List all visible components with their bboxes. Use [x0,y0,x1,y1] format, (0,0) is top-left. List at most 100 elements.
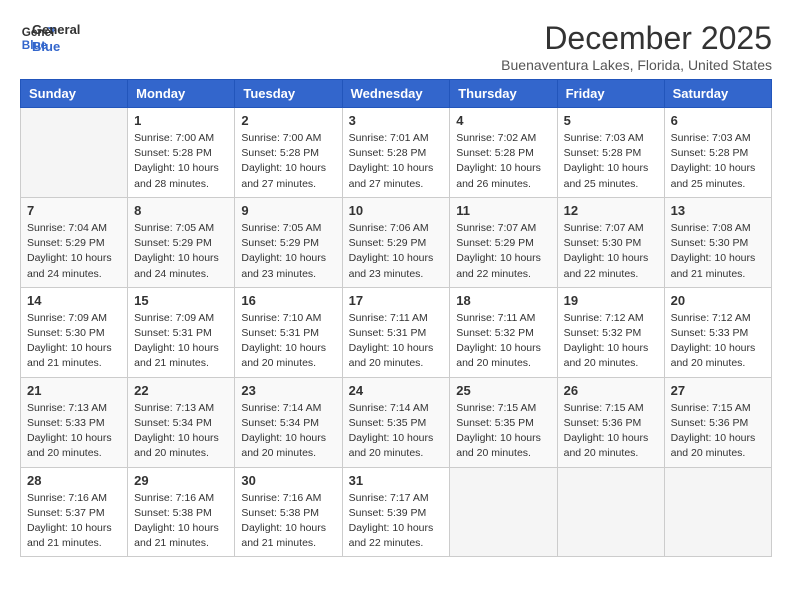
calendar-cell: 10 Sunrise: 7:06 AM Sunset: 5:29 PM Dayl… [342,197,450,287]
sunset-text: Sunset: 5:28 PM [134,147,212,159]
calendar-week-row: 21 Sunrise: 7:13 AM Sunset: 5:33 PM Dayl… [21,377,772,467]
sunrise-text: Sunrise: 7:12 AM [564,312,644,324]
sunset-text: Sunset: 5:34 PM [241,417,319,429]
calendar-cell [21,108,128,198]
calendar-cell: 23 Sunrise: 7:14 AM Sunset: 5:34 PM Dayl… [235,377,342,467]
daylight-text: Daylight: 10 hours and 27 minutes. [241,162,326,189]
day-number: 26 [564,383,658,398]
day-info: Sunrise: 7:16 AM Sunset: 5:37 PM Dayligh… [27,491,121,552]
calendar-cell: 25 Sunrise: 7:15 AM Sunset: 5:35 PM Dayl… [450,377,557,467]
day-info: Sunrise: 7:16 AM Sunset: 5:38 PM Dayligh… [241,491,335,552]
weekday-header-monday: Monday [128,80,235,108]
day-info: Sunrise: 7:05 AM Sunset: 5:29 PM Dayligh… [134,221,228,282]
calendar-cell: 9 Sunrise: 7:05 AM Sunset: 5:29 PM Dayli… [235,197,342,287]
calendar-cell: 3 Sunrise: 7:01 AM Sunset: 5:28 PM Dayli… [342,108,450,198]
sunrise-text: Sunrise: 7:13 AM [27,402,107,414]
sunset-text: Sunset: 5:29 PM [349,237,427,249]
calendar-cell: 4 Sunrise: 7:02 AM Sunset: 5:28 PM Dayli… [450,108,557,198]
day-info: Sunrise: 7:00 AM Sunset: 5:28 PM Dayligh… [134,131,228,192]
sunrise-text: Sunrise: 7:01 AM [349,132,429,144]
calendar-cell: 8 Sunrise: 7:05 AM Sunset: 5:29 PM Dayli… [128,197,235,287]
calendar-cell: 21 Sunrise: 7:13 AM Sunset: 5:33 PM Dayl… [21,377,128,467]
day-info: Sunrise: 7:13 AM Sunset: 5:34 PM Dayligh… [134,401,228,462]
sunrise-text: Sunrise: 7:07 AM [456,222,536,234]
day-info: Sunrise: 7:09 AM Sunset: 5:31 PM Dayligh… [134,311,228,372]
day-number: 15 [134,293,228,308]
sunrise-text: Sunrise: 7:09 AM [27,312,107,324]
calendar-week-row: 7 Sunrise: 7:04 AM Sunset: 5:29 PM Dayli… [21,197,772,287]
sunrise-text: Sunrise: 7:00 AM [241,132,321,144]
page-header: General Blue General Blue December 2025 … [20,20,772,73]
daylight-text: Daylight: 10 hours and 25 minutes. [564,162,649,189]
day-info: Sunrise: 7:03 AM Sunset: 5:28 PM Dayligh… [671,131,765,192]
day-number: 22 [134,383,228,398]
sunset-text: Sunset: 5:31 PM [134,327,212,339]
daylight-text: Daylight: 10 hours and 20 minutes. [671,342,756,369]
daylight-text: Daylight: 10 hours and 22 minutes. [564,252,649,279]
sunrise-text: Sunrise: 7:13 AM [134,402,214,414]
day-number: 20 [671,293,765,308]
sunrise-text: Sunrise: 7:06 AM [349,222,429,234]
day-number: 12 [564,203,658,218]
daylight-text: Daylight: 10 hours and 20 minutes. [671,432,756,459]
calendar-cell: 20 Sunrise: 7:12 AM Sunset: 5:33 PM Dayl… [664,287,771,377]
day-number: 2 [241,113,335,128]
calendar-week-row: 14 Sunrise: 7:09 AM Sunset: 5:30 PM Dayl… [21,287,772,377]
daylight-text: Daylight: 10 hours and 20 minutes. [456,432,541,459]
sunrise-text: Sunrise: 7:03 AM [671,132,751,144]
daylight-text: Daylight: 10 hours and 20 minutes. [349,342,434,369]
daylight-text: Daylight: 10 hours and 21 minutes. [134,522,219,549]
day-info: Sunrise: 7:04 AM Sunset: 5:29 PM Dayligh… [27,221,121,282]
sunset-text: Sunset: 5:32 PM [456,327,534,339]
day-info: Sunrise: 7:13 AM Sunset: 5:33 PM Dayligh… [27,401,121,462]
daylight-text: Daylight: 10 hours and 21 minutes. [241,522,326,549]
sunset-text: Sunset: 5:38 PM [241,507,319,519]
sunset-text: Sunset: 5:28 PM [564,147,642,159]
day-info: Sunrise: 7:02 AM Sunset: 5:28 PM Dayligh… [456,131,550,192]
calendar-cell: 12 Sunrise: 7:07 AM Sunset: 5:30 PM Dayl… [557,197,664,287]
calendar-week-row: 28 Sunrise: 7:16 AM Sunset: 5:37 PM Dayl… [21,467,772,557]
sunrise-text: Sunrise: 7:02 AM [456,132,536,144]
logo: General Blue General Blue [20,20,80,56]
day-info: Sunrise: 7:15 AM Sunset: 5:36 PM Dayligh… [564,401,658,462]
day-info: Sunrise: 7:11 AM Sunset: 5:32 PM Dayligh… [456,311,550,372]
daylight-text: Daylight: 10 hours and 20 minutes. [564,432,649,459]
sunrise-text: Sunrise: 7:04 AM [27,222,107,234]
weekday-header-tuesday: Tuesday [235,80,342,108]
day-number: 18 [456,293,550,308]
sunrise-text: Sunrise: 7:11 AM [456,312,535,324]
day-info: Sunrise: 7:17 AM Sunset: 5:39 PM Dayligh… [349,491,444,552]
sunrise-text: Sunrise: 7:05 AM [241,222,321,234]
calendar-cell: 29 Sunrise: 7:16 AM Sunset: 5:38 PM Dayl… [128,467,235,557]
day-info: Sunrise: 7:12 AM Sunset: 5:33 PM Dayligh… [671,311,765,372]
sunset-text: Sunset: 5:33 PM [27,417,105,429]
sunset-text: Sunset: 5:30 PM [27,327,105,339]
calendar-cell: 19 Sunrise: 7:12 AM Sunset: 5:32 PM Dayl… [557,287,664,377]
day-number: 21 [27,383,121,398]
sunset-text: Sunset: 5:36 PM [564,417,642,429]
sunrise-text: Sunrise: 7:09 AM [134,312,214,324]
daylight-text: Daylight: 10 hours and 22 minutes. [349,522,434,549]
day-info: Sunrise: 7:14 AM Sunset: 5:34 PM Dayligh… [241,401,335,462]
sunrise-text: Sunrise: 7:07 AM [564,222,644,234]
day-info: Sunrise: 7:05 AM Sunset: 5:29 PM Dayligh… [241,221,335,282]
sunrise-text: Sunrise: 7:08 AM [671,222,751,234]
day-info: Sunrise: 7:01 AM Sunset: 5:28 PM Dayligh… [349,131,444,192]
calendar-cell: 30 Sunrise: 7:16 AM Sunset: 5:38 PM Dayl… [235,467,342,557]
daylight-text: Daylight: 10 hours and 23 minutes. [241,252,326,279]
daylight-text: Daylight: 10 hours and 20 minutes. [349,432,434,459]
weekday-header-thursday: Thursday [450,80,557,108]
sunset-text: Sunset: 5:39 PM [349,507,427,519]
sunrise-text: Sunrise: 7:00 AM [134,132,214,144]
day-number: 17 [349,293,444,308]
daylight-text: Daylight: 10 hours and 24 minutes. [134,252,219,279]
calendar-cell [557,467,664,557]
calendar-cell: 18 Sunrise: 7:11 AM Sunset: 5:32 PM Dayl… [450,287,557,377]
sunset-text: Sunset: 5:33 PM [671,327,749,339]
sunset-text: Sunset: 5:29 PM [456,237,534,249]
day-number: 5 [564,113,658,128]
day-number: 10 [349,203,444,218]
calendar-table: SundayMondayTuesdayWednesdayThursdayFrid… [20,79,772,557]
sunrise-text: Sunrise: 7:14 AM [349,402,429,414]
day-number: 19 [564,293,658,308]
